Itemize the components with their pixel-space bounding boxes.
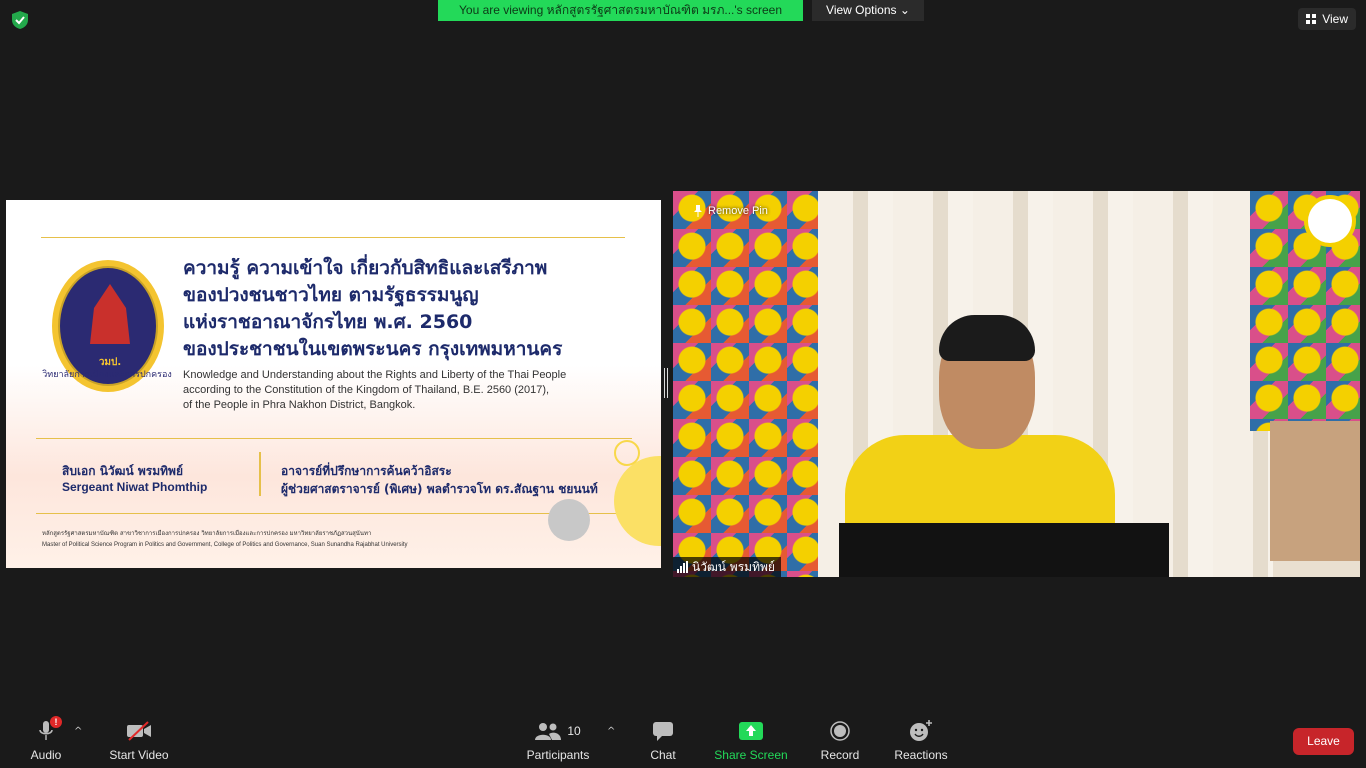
decorative-grey-circle: [548, 499, 590, 541]
emblem-ring-text: วิทยาลัยการเมืองและการปกครอง: [42, 370, 172, 380]
remove-pin-button[interactable]: Remove Pin: [693, 205, 768, 217]
people-icon: [535, 723, 562, 740]
emblem-crest: [90, 284, 130, 344]
record-label: Record: [820, 748, 860, 762]
record-icon-wrap: [830, 720, 850, 742]
participant-hair: [939, 315, 1035, 361]
record-button[interactable]: Record: [816, 712, 864, 768]
meeting-toolbar: ! Audio ^ Start Video 10 Participants ^ …: [0, 712, 1366, 768]
leave-button[interactable]: Leave: [1293, 728, 1354, 755]
footer-thai: หลักสูตรรัฐศาสตรมหาบัณฑิต สาขาวิชาการเมื…: [42, 530, 372, 537]
title-th-line-4: ของประชาชนในเขตพระนคร กรุงเทพมหานคร: [183, 338, 563, 360]
view-button[interactable]: View: [1298, 8, 1356, 30]
split-view-handle[interactable]: [664, 368, 668, 398]
start-video-button[interactable]: Start Video: [104, 712, 174, 768]
reactions-icon-wrap: [909, 720, 933, 742]
slide-middle-rule: [36, 438, 632, 439]
security-shield-icon[interactable]: [10, 10, 30, 30]
title-en-line-2: according to the Constitution of the Kin…: [183, 384, 550, 396]
advisor-name: ผู้ช่วยศาสตราจารย์ (พิเศษ) พลตำรวจโท ดร.…: [281, 482, 598, 496]
share-up-arrow-icon: [739, 722, 763, 740]
video-icon-wrap: [126, 720, 152, 742]
slide-vertical-divider: [259, 452, 261, 496]
slide-title-thai: ความรู้ ความเข้าใจ เกี่ยวกับสิทธิและเสรี…: [183, 255, 643, 363]
slide-top-rule: [41, 237, 625, 238]
title-en-line-3: of the People in Phra Nakhon District, B…: [183, 399, 416, 411]
zoom-window: You are viewing หลักสูตรรัฐศาสตรมหาบัณฑิ…: [0, 0, 1366, 768]
smiley-plus-icon: [910, 720, 932, 741]
view-options-label: View Options: [826, 3, 897, 17]
title-th-line-3: แห่งราชอาณาจักรไทย พ.ศ. 2560: [183, 311, 473, 333]
viewing-banner: You are viewing หลักสูตรรัฐศาสตรมหาบัณฑิ…: [438, 0, 803, 21]
signal-bars-icon: [677, 561, 688, 573]
video-off-icon: [127, 721, 151, 741]
grid-icon: [1306, 13, 1317, 24]
participants-icon-wrap: 10: [535, 720, 581, 742]
wall-clock: [1304, 195, 1356, 247]
slide-bottom-rule: [36, 513, 632, 514]
presenter-name-english: Sergeant Niwat Phomthip: [62, 480, 208, 494]
audio-options-caret-icon[interactable]: ^: [74, 726, 82, 737]
participant-video-tile[interactable]: Remove Pin นิวัฒน์ พรมทิพย์: [673, 191, 1360, 577]
shared-screen-slide: วมป. วิทยาลัยการเมืองและการปกครอง ความรู…: [6, 200, 661, 568]
footer-english: Master of Political Science Program in P…: [42, 542, 408, 548]
audio-label: Audio: [30, 748, 62, 762]
view-label: View: [1322, 12, 1348, 26]
share-screen-label: Share Screen: [714, 748, 788, 762]
participants-options-caret-icon[interactable]: ^: [607, 726, 615, 737]
shopping-bag: [1270, 421, 1360, 561]
duck-wallpaper-left: [673, 191, 818, 577]
laptop: [839, 523, 1169, 577]
participant-name: นิวัฒน์ พรมทิพย์: [692, 560, 775, 574]
title-th-line-1: ความรู้ ความเข้าใจ เกี่ยวกับสิทธิและเสรี…: [183, 257, 548, 279]
participants-label: Participants: [526, 748, 590, 762]
pin-icon: [694, 205, 702, 217]
decorative-ring: [614, 440, 640, 466]
chat-icon-wrap: [652, 720, 674, 742]
view-options-button[interactable]: View Options ⌄: [812, 0, 924, 21]
clock-face: [1308, 199, 1352, 243]
slide-title-english: Knowledge and Understanding about the Ri…: [183, 368, 643, 413]
presenter-name-thai: สิบเอก นิวัฒน์ พรมทิพย์: [62, 464, 183, 478]
remove-pin-label: Remove Pin: [708, 205, 768, 217]
participants-count: 10: [567, 724, 581, 738]
chevron-down-icon: ⌄: [899, 3, 910, 17]
share-icon-wrap: [739, 720, 763, 742]
share-screen-button[interactable]: Share Screen: [712, 712, 790, 768]
title-th-line-2: ของปวงชนชาวไทย ตามรัฐธรรมนูญ: [183, 284, 479, 306]
audio-warning-badge: !: [50, 716, 62, 728]
participants-button[interactable]: 10 Participants: [523, 712, 593, 768]
title-en-line-1: Knowledge and Understanding about the Ri…: [183, 369, 567, 381]
reactions-button[interactable]: Reactions: [890, 712, 952, 768]
decorative-yellow-circle: [614, 456, 661, 546]
chat-bubble-icon: [653, 722, 673, 741]
audio-icon-wrap: !: [38, 716, 62, 742]
chat-button[interactable]: Chat: [640, 712, 686, 768]
participant-name-tag: นิวัฒน์ พรมทิพย์: [673, 557, 781, 577]
record-circle-icon: [830, 721, 850, 741]
chat-label: Chat: [650, 748, 676, 762]
advisor-role: อาจารย์ที่ปรึกษาการค้นคว้าอิสระ: [281, 464, 452, 478]
reactions-label: Reactions: [894, 748, 948, 762]
audio-button[interactable]: ! Audio: [22, 712, 70, 768]
start-video-label: Start Video: [109, 748, 169, 762]
